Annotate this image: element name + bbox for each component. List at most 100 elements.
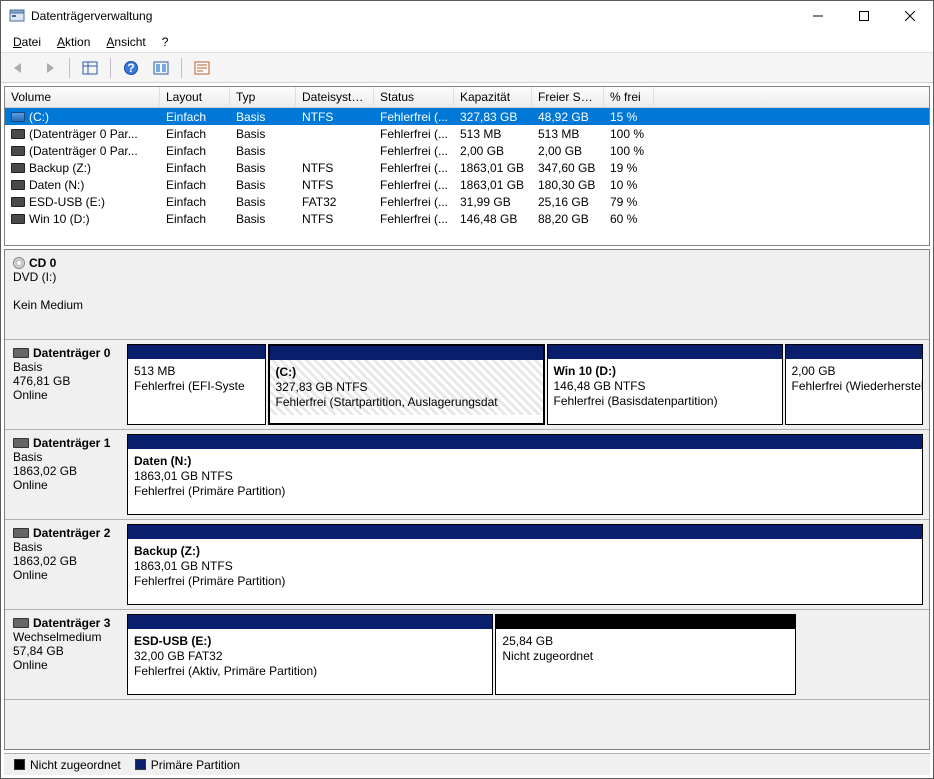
volume-row[interactable]: ESD-USB (E:)EinfachBasisFAT32Fehlerfrei … <box>5 193 929 210</box>
disk-type: Wechselmedium <box>13 630 119 644</box>
partition-body: Backup (Z:)1863,01 GB NTFSFehlerfrei (Pr… <box>128 539 922 594</box>
volume-icon <box>11 197 25 207</box>
cell-name: Win 10 (D:) <box>5 212 160 226</box>
partition-status: Fehlerfrei (Wiederherstel <box>792 379 923 393</box>
cell-fs: NTFS <box>296 212 374 226</box>
disk-row[interactable]: Datenträger 3Wechselmedium57,84 GBOnline… <box>5 610 929 700</box>
cell-pct: 15 % <box>604 110 654 124</box>
partition[interactable]: Daten (N:)1863,01 GB NTFSFehlerfrei (Pri… <box>127 434 923 515</box>
cell-cap: 327,83 GB <box>454 110 532 124</box>
cell-status: Fehlerfrei (... <box>374 212 454 226</box>
partition-title: ESD-USB (E:) <box>134 634 211 648</box>
cell-cap: 513 MB <box>454 127 532 141</box>
menu-action[interactable]: Aktion <box>51 33 96 51</box>
volume-row[interactable]: (Datenträger 0 Par...EinfachBasisFehlerf… <box>5 125 929 142</box>
disk-type: Basis <box>13 450 119 464</box>
minimize-button[interactable] <box>795 1 841 31</box>
cell-type: Basis <box>230 178 296 192</box>
partition[interactable]: 513 MBFehlerfrei (EFI-Syste <box>127 344 266 425</box>
partition-header <box>496 615 794 629</box>
legend-unallocated: Nicht zugeordnet <box>14 758 121 772</box>
partition-body: 513 MBFehlerfrei (EFI-Syste <box>128 359 265 399</box>
disk-type: Basis <box>13 360 119 374</box>
forward-button[interactable] <box>37 57 61 79</box>
cell-cap: 2,00 GB <box>454 144 532 158</box>
menu-help[interactable]: ? <box>156 33 175 51</box>
partition[interactable]: ESD-USB (E:)32,00 GB FAT32Fehlerfrei (Ak… <box>127 614 493 695</box>
volume-row[interactable]: (Datenträger 0 Par...EinfachBasisFehlerf… <box>5 142 929 159</box>
back-button[interactable] <box>7 57 31 79</box>
cell-layout: Einfach <box>160 144 230 158</box>
volume-row[interactable]: (C:)EinfachBasisNTFSFehlerfrei (...327,8… <box>5 108 929 125</box>
col-type[interactable]: Typ <box>230 87 296 107</box>
disk-info: Datenträger 3Wechselmedium57,84 GBOnline <box>5 610 127 699</box>
partition[interactable]: (C:)327,83 GB NTFSFehlerfrei (Startparti… <box>268 344 545 425</box>
col-pct[interactable]: % frei <box>604 87 654 107</box>
col-volume[interactable]: Volume <box>5 87 160 107</box>
disk-row[interactable]: Datenträger 1Basis1863,02 GBOnlineDaten … <box>5 430 929 520</box>
partition-area: 513 MBFehlerfrei (EFI-Syste(C:)327,83 GB… <box>127 340 929 429</box>
legend-primary: Primäre Partition <box>135 758 240 772</box>
cell-free: 25,16 GB <box>532 195 604 209</box>
partition-title: Win 10 (D:) <box>554 364 617 378</box>
volume-icon <box>11 214 25 224</box>
maximize-button[interactable] <box>841 1 887 31</box>
volume-row[interactable]: Daten (N:)EinfachBasisNTFSFehlerfrei (..… <box>5 176 929 193</box>
partition[interactable]: 2,00 GBFehlerfrei (Wiederherstel <box>785 344 924 425</box>
partition-header <box>128 525 922 539</box>
titlebar[interactable]: Datenträgerverwaltung <box>1 1 933 31</box>
partition[interactable]: 25,84 GBNicht zugeordnet <box>495 614 795 695</box>
cell-type: Basis <box>230 110 296 124</box>
cell-type: Basis <box>230 144 296 158</box>
disk-graphical-panel[interactable]: CD 0DVD (I:)Kein MediumDatenträger 0Basi… <box>4 249 930 750</box>
disk-row[interactable]: Datenträger 0Basis476,81 GBOnline513 MBF… <box>5 340 929 430</box>
cell-free: 513 MB <box>532 127 604 141</box>
partition-body: 2,00 GBFehlerfrei (Wiederherstel <box>786 359 923 399</box>
disk-status: Online <box>13 568 119 582</box>
cell-pct: 100 % <box>604 144 654 158</box>
cell-layout: Einfach <box>160 110 230 124</box>
partition-status: Fehlerfrei (Aktiv, Primäre Partition) <box>134 664 317 678</box>
disk-status: Kein Medium <box>13 298 119 312</box>
cell-fs: FAT32 <box>296 195 374 209</box>
partition-header <box>128 345 265 359</box>
cell-free: 2,00 GB <box>532 144 604 158</box>
app-icon <box>9 8 25 24</box>
col-capacity[interactable]: Kapazität <box>454 87 532 107</box>
volume-row[interactable]: Win 10 (D:)EinfachBasisNTFSFehlerfrei (.… <box>5 210 929 227</box>
cell-name: Backup (Z:) <box>5 161 160 175</box>
volume-icon <box>11 163 25 173</box>
cell-status: Fehlerfrei (... <box>374 178 454 192</box>
disk-row[interactable]: CD 0DVD (I:)Kein Medium <box>5 250 929 340</box>
partition[interactable]: Backup (Z:)1863,01 GB NTFSFehlerfrei (Pr… <box>127 524 923 605</box>
view-list-button[interactable] <box>78 57 102 79</box>
volume-list-body[interactable]: (C:)EinfachBasisNTFSFehlerfrei (...327,8… <box>5 108 929 245</box>
partition-title: Daten (N:) <box>134 454 191 468</box>
close-button[interactable] <box>887 1 933 31</box>
partition-body: (C:)327,83 GB NTFSFehlerfrei (Startparti… <box>270 360 543 415</box>
view-graphical-button[interactable] <box>149 57 173 79</box>
disk-type: Basis <box>13 540 119 554</box>
disk-row[interactable]: Datenträger 2Basis1863,02 GBOnlineBackup… <box>5 520 929 610</box>
menu-file[interactable]: Datei <box>7 33 47 51</box>
cell-type: Basis <box>230 161 296 175</box>
col-layout[interactable]: Layout <box>160 87 230 107</box>
disk-info: CD 0DVD (I:)Kein Medium <box>5 250 127 339</box>
help-button[interactable]: ? <box>119 57 143 79</box>
toolbar: ? <box>1 53 933 83</box>
cell-name: (Datenträger 0 Par... <box>5 127 160 141</box>
volume-row[interactable]: Backup (Z:)EinfachBasisNTFSFehlerfrei (.… <box>5 159 929 176</box>
disk-icon <box>13 348 29 358</box>
cell-name: Daten (N:) <box>5 178 160 192</box>
col-free[interactable]: Freier Sp... <box>532 87 604 107</box>
properties-button[interactable] <box>190 57 214 79</box>
cell-pct: 60 % <box>604 212 654 226</box>
partition[interactable]: Win 10 (D:)146,48 GB NTFSFehlerfrei (Bas… <box>547 344 783 425</box>
menu-view[interactable]: Ansicht <box>100 33 151 51</box>
partition-area: Daten (N:)1863,01 GB NTFSFehlerfrei (Pri… <box>127 430 929 519</box>
col-filesystem[interactable]: Dateisystem <box>296 87 374 107</box>
col-status[interactable]: Status <box>374 87 454 107</box>
cell-pct: 10 % <box>604 178 654 192</box>
cell-layout: Einfach <box>160 195 230 209</box>
partition-body: Win 10 (D:)146,48 GB NTFSFehlerfrei (Bas… <box>548 359 782 414</box>
